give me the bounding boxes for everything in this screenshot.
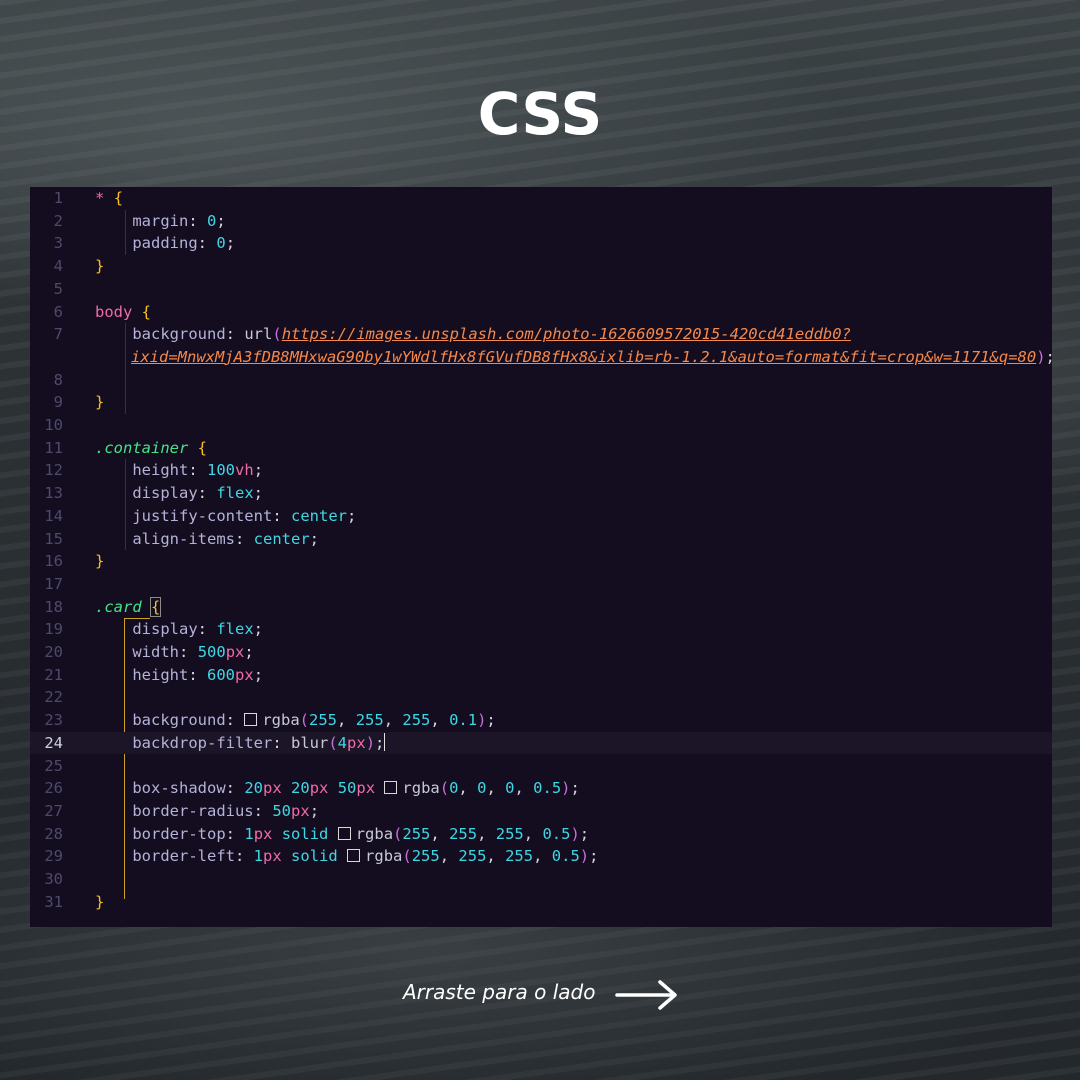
code-text: * { <box>95 189 124 207</box>
line-number: 11 <box>44 438 63 457</box>
code-line[interactable]: 28 border-top: 1px solid rgba(255, 255, … <box>30 823 1052 846</box>
line-number: 5 <box>53 279 63 298</box>
code-line[interactable]: 7 background: url(https://images.unsplas… <box>30 323 1052 346</box>
text-cursor <box>384 732 386 751</box>
code-line[interactable]: 6 body { <box>30 301 1052 324</box>
code-text: margin: 0; <box>132 211 226 230</box>
line-number: 24 <box>44 733 63 752</box>
code-text: width: 500px; <box>132 643 254 661</box>
code-text: backdrop-filter: blur(4px); <box>132 732 386 752</box>
line-number: 16 <box>44 552 63 571</box>
line-number: 10 <box>44 416 63 434</box>
code-text: ixid=MnwxMjA3fDB8MHxwaG90by1wYWdlfHx8fGV… <box>131 347 1055 366</box>
color-swatch[interactable] <box>384 781 398 795</box>
color-swatch[interactable] <box>337 826 351 840</box>
swipe-hint-label: Arraste para o lado <box>403 980 596 1004</box>
code-text: height: 600px; <box>132 665 264 684</box>
line-number: 8 <box>53 370 63 389</box>
code-line[interactable]: 9} <box>30 391 1052 414</box>
line-number: 21 <box>44 665 63 684</box>
code-text: .card { <box>95 596 162 617</box>
color-swatch[interactable] <box>244 713 258 727</box>
code-line[interactable]: 23 background: rgba(255, 255, 255, 0.1); <box>30 709 1052 732</box>
line-number: 4 <box>53 257 63 276</box>
code-line[interactable]: 13 display: flex; <box>30 482 1052 505</box>
line-number: 18 <box>44 597 63 616</box>
code-line[interactable]: 8 <box>30 369 1052 392</box>
code-line[interactable]: 20 width: 500px; <box>30 641 1052 664</box>
code-text: border-radius: 50px; <box>132 801 320 820</box>
code-line[interactable]: ixid=MnwxMjA3fDB8MHxwaG90by1wYWdlfHx8fGV… <box>30 346 1055 369</box>
code-line[interactable]: 22 <box>30 686 1052 709</box>
code-line[interactable]: 24 backdrop-filter: blur(4px); <box>30 731 1052 755</box>
line-number: 9 <box>53 393 63 412</box>
code-line[interactable]: 16} <box>30 550 1052 573</box>
code-line[interactable]: 5 <box>30 278 1052 301</box>
arrow-right-icon <box>615 980 677 1010</box>
code-line[interactable]: 12 height: 100vh; <box>30 459 1052 482</box>
line-number: 19 <box>44 620 63 639</box>
line-number: 27 <box>44 801 63 820</box>
line-number: 20 <box>44 643 63 661</box>
line-number: 30 <box>44 870 63 888</box>
code-line[interactable]: 18 .card { <box>30 596 1052 619</box>
line-number: 1 <box>53 189 63 207</box>
line-number: 2 <box>53 211 63 230</box>
code-text: display: flex; <box>132 484 264 503</box>
line-number: 26 <box>44 779 63 798</box>
code-line[interactable]: 2 margin: 0; <box>30 210 1052 233</box>
line-number: 31 <box>44 892 63 911</box>
code-line[interactable]: 14 justify-content: center; <box>30 505 1052 528</box>
line-number: 6 <box>53 302 63 321</box>
line-number: 7 <box>53 325 63 344</box>
line-number: 23 <box>44 711 63 730</box>
code-text: background: url(https://images.unsplash.… <box>132 325 851 344</box>
code-line[interactable]: 31} <box>30 891 1052 914</box>
code-line[interactable]: 1 * { <box>30 187 1052 210</box>
code-text: } <box>95 393 105 412</box>
code-text: border-top: 1px solid rgba(255, 255, 255… <box>132 824 590 843</box>
code-line[interactable]: 27 border-radius: 50px; <box>30 800 1052 823</box>
code-text: .container { <box>95 438 208 457</box>
code-line[interactable]: 21 height: 600px; <box>30 664 1052 687</box>
line-number: 29 <box>44 847 63 866</box>
line-number: 22 <box>44 688 63 707</box>
code-line[interactable]: 11 .container { <box>30 437 1052 460</box>
line-number: 17 <box>44 574 63 593</box>
code-line[interactable]: 25 <box>30 755 1052 778</box>
code-text: height: 100vh; <box>132 461 264 480</box>
page-title: CSS <box>477 80 603 148</box>
code-line[interactable]: 26 box-shadow: 20px 20px 50px rgba(0, 0,… <box>30 777 1052 800</box>
code-line[interactable]: 19 display: flex; <box>30 618 1052 641</box>
code-text: } <box>95 552 105 571</box>
code-text: padding: 0; <box>132 234 236 253</box>
code-text: border-left: 1px solid rgba(255, 255, 25… <box>132 847 599 866</box>
line-number: 3 <box>53 234 63 253</box>
code-line[interactable]: 4} <box>30 255 1052 278</box>
line-number: 14 <box>44 506 63 525</box>
code-line[interactable]: 3 padding: 0; <box>30 232 1052 255</box>
code-line[interactable]: 30 <box>30 868 1052 891</box>
line-number: 13 <box>44 484 63 503</box>
swipe-hint: Arraste para o lado <box>0 976 1080 1012</box>
code-line[interactable]: 10 <box>30 414 1052 437</box>
code-editor[interactable]: 1 * {2 margin: 0; 3 padding: 0; 4} 5 6 body {7… <box>30 187 1055 927</box>
code-text: } <box>95 892 105 911</box>
line-number: 12 <box>44 461 63 480</box>
code-text: justify-content: center; <box>132 506 357 525</box>
line-number: 25 <box>44 756 63 775</box>
code-line[interactable]: 17 <box>30 573 1052 596</box>
line-number: 15 <box>44 529 63 548</box>
color-swatch[interactable] <box>347 849 361 863</box>
code-text: } <box>95 257 105 276</box>
code-line[interactable]: 15 align-items: center; <box>30 528 1052 551</box>
code-text: background: rgba(255, 255, 255, 0.1); <box>132 711 496 730</box>
code-text: box-shadow: 20px 20px 50px rgba(0, 0, 0,… <box>132 779 580 798</box>
code-text: align-items: center; <box>132 529 320 548</box>
code-text: display: flex; <box>132 620 264 639</box>
line-number: 28 <box>44 824 63 843</box>
code-line[interactable]: 29 border-left: 1px solid rgba(255, 255,… <box>30 845 1052 868</box>
code-text: body { <box>95 302 152 321</box>
